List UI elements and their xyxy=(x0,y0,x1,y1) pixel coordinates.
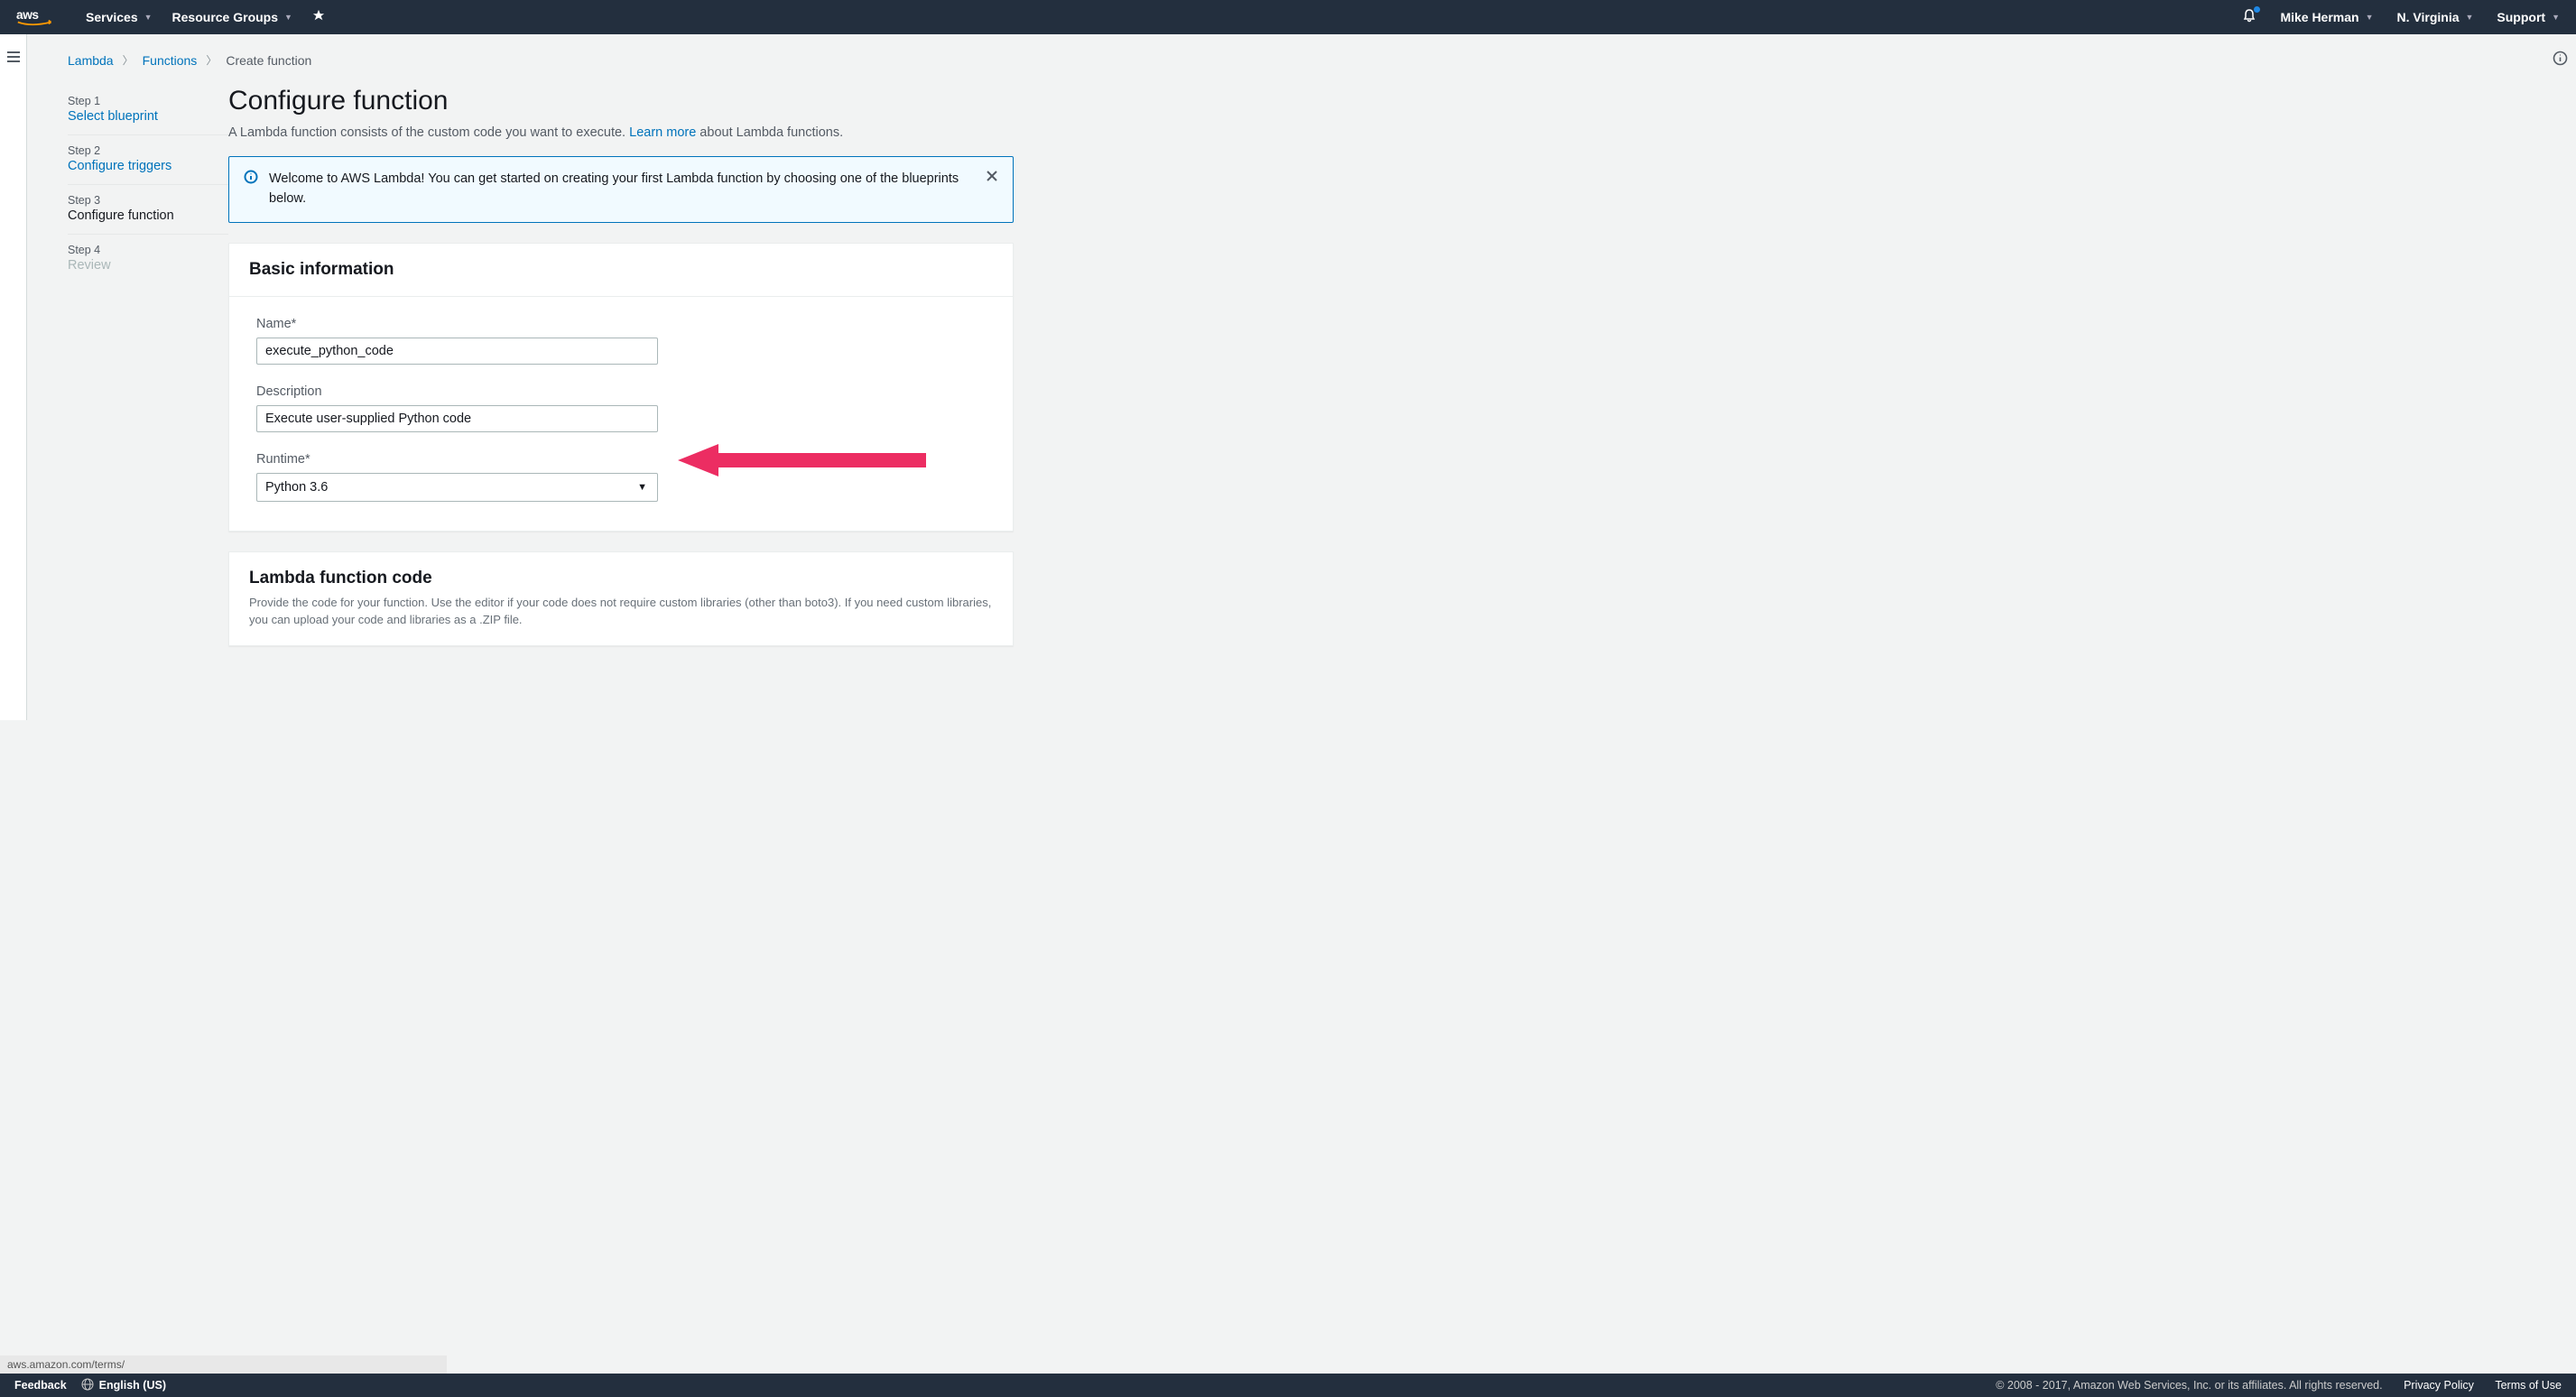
step-1[interactable]: Step 1 Select blueprint xyxy=(68,86,228,135)
basic-information-card: Basic information Name* Description Runt… xyxy=(228,243,1014,532)
step-3: Step 3 Configure function xyxy=(68,185,228,235)
nav-region[interactable]: N. Virginia ▼ xyxy=(2397,10,2474,24)
chevron-right-icon: 〉 xyxy=(123,52,134,68)
footer: Feedback English (US) © 2008 - 2017, Ama… xyxy=(0,1374,2576,1397)
breadcrumb: Lambda 〉 Functions 〉 Create function xyxy=(27,34,2544,73)
name-input[interactable] xyxy=(256,338,658,365)
feedback-link[interactable]: Feedback xyxy=(14,1379,67,1392)
step-4-label: Step 4 xyxy=(68,244,228,256)
privacy-link[interactable]: Privacy Policy xyxy=(2404,1379,2474,1392)
learn-more-link[interactable]: Learn more xyxy=(629,125,696,140)
step-3-label: Step 3 xyxy=(68,194,228,207)
step-3-title: Configure function xyxy=(68,208,228,223)
nav-user-label: Mike Herman xyxy=(2280,10,2358,24)
aws-logo[interactable]: aws xyxy=(16,7,66,27)
code-subtext: Provide the code for your function. Use … xyxy=(249,594,993,629)
step-2[interactable]: Step 2 Configure triggers xyxy=(68,135,228,185)
sidebar-toggle[interactable] xyxy=(0,34,27,720)
chevron-right-icon: 〉 xyxy=(206,52,217,68)
chevron-down-icon: ▼ xyxy=(2366,13,2374,22)
nav-services[interactable]: Services ▼ xyxy=(86,10,153,24)
alert-text: Welcome to AWS Lambda! You can get start… xyxy=(269,170,975,209)
step-2-label: Step 2 xyxy=(68,144,228,157)
svg-text:aws: aws xyxy=(16,8,39,22)
welcome-alert: Welcome to AWS Lambda! You can get start… xyxy=(228,156,1014,223)
language-label: English (US) xyxy=(99,1379,166,1392)
nav-support[interactable]: Support ▼ xyxy=(2497,10,2560,24)
info-icon xyxy=(244,170,258,189)
nav-support-label: Support xyxy=(2497,10,2545,24)
code-heading: Lambda function code xyxy=(249,569,993,588)
nav-resource-groups[interactable]: Resource Groups ▼ xyxy=(172,10,292,24)
nav-resource-groups-label: Resource Groups xyxy=(172,10,278,24)
terms-link[interactable]: Terms of Use xyxy=(2495,1379,2562,1392)
step-1-title: Select blueprint xyxy=(68,109,228,124)
chevron-down-icon: ▼ xyxy=(2466,13,2474,22)
chevron-down-icon: ▼ xyxy=(2552,13,2560,22)
page-subtext: A Lambda function consists of the custom… xyxy=(228,125,1014,140)
info-panel-toggle[interactable] xyxy=(2544,34,2576,720)
breadcrumb-current: Create function xyxy=(226,53,311,68)
page-subtext-pre: A Lambda function consists of the custom… xyxy=(228,125,629,140)
nav-region-label: N. Virginia xyxy=(2397,10,2460,24)
step-1-label: Step 1 xyxy=(68,95,228,107)
runtime-label: Runtime* xyxy=(256,452,986,467)
description-label: Description xyxy=(256,384,986,399)
copyright: © 2008 - 2017, Amazon Web Services, Inc.… xyxy=(1996,1379,2382,1392)
close-icon[interactable] xyxy=(986,170,998,187)
language-selector[interactable]: English (US) xyxy=(81,1378,166,1393)
wizard-steps: Step 1 Select blueprint Step 2 Configure… xyxy=(68,86,228,666)
pin-icon[interactable] xyxy=(312,9,325,26)
page-title: Configure function xyxy=(228,86,1014,116)
status-url: aws.amazon.com/terms/ xyxy=(0,1355,447,1374)
top-nav: aws Services ▼ Resource Groups ▼ Mike He… xyxy=(0,0,2576,34)
chevron-down-icon: ▼ xyxy=(144,13,153,22)
page-subtext-post: about Lambda functions. xyxy=(696,125,843,140)
step-4: Step 4 Review xyxy=(68,235,228,283)
name-label: Name* xyxy=(256,317,986,331)
nav-services-label: Services xyxy=(86,10,138,24)
breadcrumb-functions[interactable]: Functions xyxy=(143,53,198,68)
notifications-bell-icon[interactable] xyxy=(2242,8,2256,27)
description-input[interactable] xyxy=(256,405,658,432)
step-4-title: Review xyxy=(68,258,228,273)
basic-info-heading: Basic information xyxy=(249,260,993,280)
notification-dot xyxy=(2254,6,2260,13)
globe-icon xyxy=(81,1378,94,1393)
lambda-code-card: Lambda function code Provide the code fo… xyxy=(228,551,1014,646)
chevron-down-icon: ▼ xyxy=(284,13,292,22)
step-2-title: Configure triggers xyxy=(68,159,228,173)
breadcrumb-lambda[interactable]: Lambda xyxy=(68,53,114,68)
nav-user[interactable]: Mike Herman ▼ xyxy=(2280,10,2373,24)
runtime-select[interactable]: Python 3.6 xyxy=(256,473,658,502)
